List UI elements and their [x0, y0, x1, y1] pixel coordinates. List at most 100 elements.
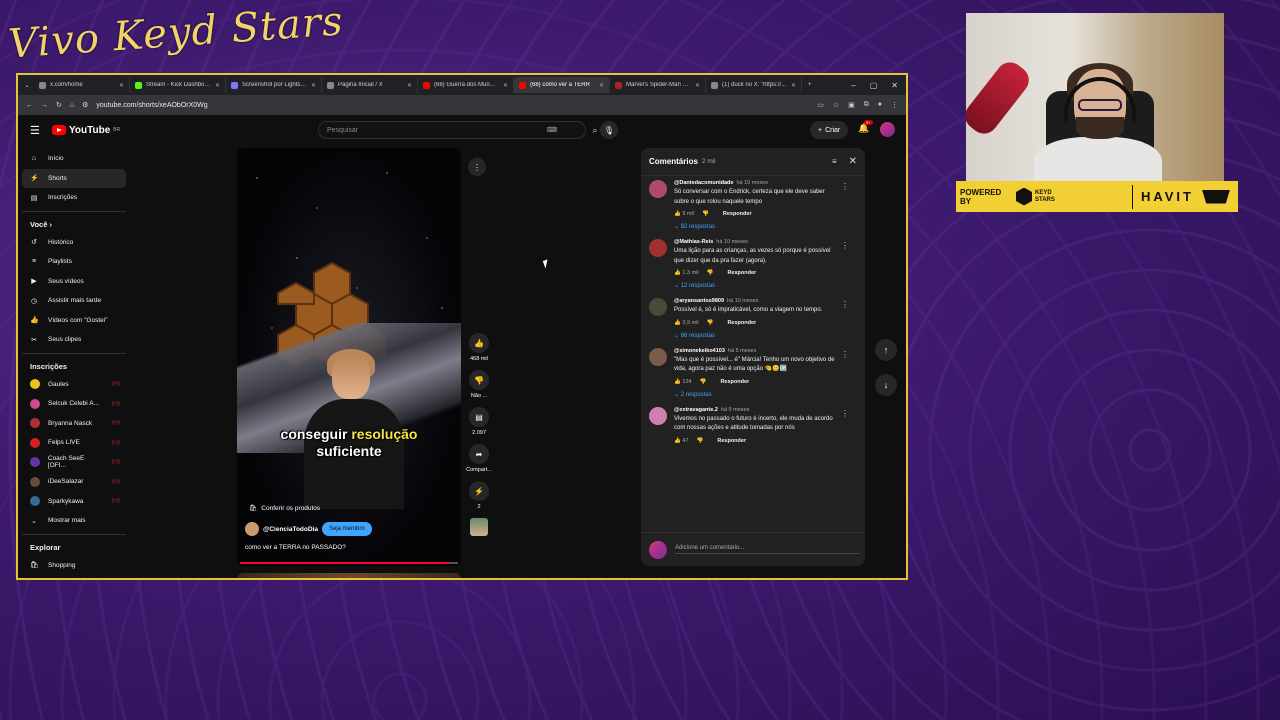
- comment-dislike-icon[interactable]: 👎: [700, 379, 707, 385]
- comment-dislike-icon[interactable]: 👎: [707, 270, 714, 276]
- subscription-item[interactable]: Felps LIVE ((•)): [22, 433, 126, 453]
- search-input[interactable]: Pesquisar ⌨: [318, 121, 586, 139]
- short-title[interactable]: como ver a TERRA no PASSADO?: [245, 544, 346, 551]
- commenter-avatar[interactable]: [649, 239, 667, 257]
- sidebar-item[interactable]: ⌂ Início: [22, 149, 126, 169]
- site-info-icon[interactable]: ⚙: [82, 101, 88, 109]
- browser-tab[interactable]: x.com/home ✕: [34, 77, 130, 93]
- close-tab-icon[interactable]: ✕: [119, 82, 124, 89]
- create-button[interactable]: + Criar: [810, 121, 849, 139]
- home-icon[interactable]: ⌂: [70, 102, 74, 109]
- sidebar-item[interactable]: ▶ Seus vídeos: [22, 272, 126, 292]
- sidebar-heading-you[interactable]: Você ›: [22, 210, 126, 233]
- comment-kebab-icon[interactable]: ⋮: [841, 300, 849, 309]
- comment-like-button[interactable]: 👍 47: [674, 438, 689, 444]
- next-short-preview[interactable]: [237, 573, 461, 578]
- keyboard-icon[interactable]: ⌨: [547, 126, 557, 134]
- share-button[interactable]: ➦ Compart...: [461, 444, 497, 473]
- channel-name[interactable]: @CienciaTodoDia: [263, 526, 318, 533]
- comment-like-button[interactable]: 👍 1,3 mil: [674, 270, 699, 276]
- sidebar-item[interactable]: ≡ Playlists: [22, 252, 126, 272]
- show-more-button[interactable]: ⌄ Mostrar mais: [22, 511, 126, 531]
- comments-button[interactable]: ▤ 2.097: [461, 407, 497, 436]
- comment-kebab-icon[interactable]: ⋮: [841, 409, 849, 418]
- puzzle-icon[interactable]: ⧉: [864, 101, 869, 109]
- comment-author[interactable]: @simonekeiko4103: [674, 348, 725, 354]
- forward-icon[interactable]: →: [41, 102, 48, 109]
- close-window-icon[interactable]: ✕: [891, 81, 898, 90]
- voice-search-button[interactable]: 🎙: [600, 121, 618, 139]
- comment-dislike-icon[interactable]: 👎: [697, 438, 704, 444]
- sidebar-item[interactable]: ↺ Histórico: [22, 233, 126, 253]
- view-replies-button[interactable]: ⌄ 2 respostas: [674, 391, 841, 398]
- previous-short-button[interactable]: ↑: [875, 339, 897, 361]
- profile-icon[interactable]: ●: [878, 101, 882, 109]
- sidebar-item[interactable]: ⚡ Shorts: [22, 168, 126, 188]
- subscription-item[interactable]: Gaules ((•)): [22, 375, 126, 395]
- subscription-item[interactable]: Selcuk Celebi A... ((•)): [22, 394, 126, 414]
- products-link[interactable]: 🛍 Conferir os produtos: [249, 504, 320, 513]
- comment-dislike-icon[interactable]: 👎: [702, 211, 709, 217]
- comment-kebab-icon[interactable]: ⋮: [841, 350, 849, 359]
- video-progress-bar[interactable]: [240, 562, 458, 564]
- view-replies-button[interactable]: ⌄ 82 respostas: [674, 223, 841, 230]
- comment-kebab-icon[interactable]: ⋮: [841, 182, 849, 191]
- close-tab-icon[interactable]: ✕: [311, 82, 316, 89]
- sort-icon[interactable]: ≡: [832, 157, 837, 166]
- browser-tab[interactable]: Marvel's Spider-Man Bra ✕: [610, 77, 706, 93]
- reply-button[interactable]: Responder: [723, 211, 752, 217]
- join-member-button[interactable]: Seja membro: [321, 522, 372, 536]
- new-tab-button[interactable]: +: [802, 82, 818, 88]
- commenter-avatar[interactable]: [649, 406, 667, 425]
- dislike-button[interactable]: 👎 Não ...: [461, 370, 497, 399]
- close-icon[interactable]: ✕: [849, 156, 857, 167]
- add-comment-input[interactable]: Adicione um comentário...: [675, 545, 860, 554]
- sound-thumbnail[interactable]: [470, 518, 488, 536]
- maximize-icon[interactable]: ▢: [870, 81, 878, 90]
- sidebar-item-shopping[interactable]: 🛍 Shopping: [22, 556, 126, 576]
- browser-tab[interactable]: Página Inicial / X ✕: [322, 77, 418, 93]
- sidebar-item[interactable]: ◷ Assistir mais tarde: [22, 291, 126, 311]
- close-tab-icon[interactable]: ✕: [791, 82, 796, 89]
- commenter-avatar[interactable]: [649, 347, 667, 366]
- subscription-item[interactable]: Coach SeeE [OFI... ((•)): [22, 453, 126, 473]
- browser-tab[interactable]: Stream - Kick Dashboard ✕: [130, 77, 226, 93]
- close-tab-icon[interactable]: ✕: [599, 82, 604, 89]
- comment-author[interactable]: @aryansantos9809: [674, 298, 724, 304]
- reload-icon[interactable]: ↻: [56, 101, 62, 109]
- next-short-button[interactable]: ↓: [875, 374, 897, 396]
- reply-button[interactable]: Responder: [720, 379, 749, 385]
- remix-button[interactable]: ⚡ 2: [461, 481, 497, 510]
- account-avatar[interactable]: [880, 122, 895, 137]
- like-button[interactable]: 👍 468 mil: [461, 333, 497, 362]
- commenter-avatar[interactable]: [649, 298, 667, 316]
- commenter-avatar[interactable]: [649, 180, 667, 198]
- view-replies-button[interactable]: ⌄ 12 respostas: [674, 282, 841, 289]
- tab-search-icon[interactable]: ⌄: [20, 82, 34, 89]
- close-tab-icon[interactable]: ✕: [503, 82, 508, 89]
- comment-author[interactable]: @extravagante.2: [674, 407, 718, 413]
- browser-tab[interactable]: (68) Guerra dos Mundos ✕: [418, 77, 514, 93]
- close-tab-icon[interactable]: ✕: [407, 82, 412, 89]
- menu-kebab-icon[interactable]: ⋮: [891, 101, 898, 109]
- comment-like-button[interactable]: 👍 9 mil: [674, 211, 694, 217]
- url-field[interactable]: youtube.com/shorts/xeAObOrX0Wg: [96, 102, 809, 109]
- reply-button[interactable]: Responder: [727, 320, 756, 326]
- bookmark-star-icon[interactable]: ☆: [833, 101, 839, 109]
- subscription-item[interactable]: iDeeSalazar ((•)): [22, 472, 126, 492]
- menu-icon[interactable]: ☰: [30, 124, 52, 137]
- more-options-button[interactable]: ⋮: [468, 158, 486, 176]
- comment-like-button[interactable]: 👍 3,9 mil: [674, 320, 699, 326]
- sidebar-item[interactable]: ✂ Seus clipes: [22, 330, 126, 350]
- reply-button[interactable]: Responder: [717, 438, 746, 444]
- close-tab-icon[interactable]: ✕: [695, 82, 700, 89]
- comment-author[interactable]: @Dantedacomunidade: [674, 180, 733, 186]
- back-icon[interactable]: ←: [26, 102, 33, 109]
- short-video-player[interactable]: conseguir resolução suficiente 🛍 Conferir…: [237, 148, 461, 566]
- sidebar-heading-subscriptions[interactable]: Inscrições: [22, 352, 126, 375]
- comment-author[interactable]: @Mathias-Reis: [674, 239, 713, 245]
- comment-kebab-icon[interactable]: ⋮: [841, 241, 849, 250]
- youtube-logo[interactable]: YouTube BR: [52, 125, 120, 136]
- channel-avatar[interactable]: [245, 522, 259, 536]
- cast-icon[interactable]: ▭: [817, 101, 824, 109]
